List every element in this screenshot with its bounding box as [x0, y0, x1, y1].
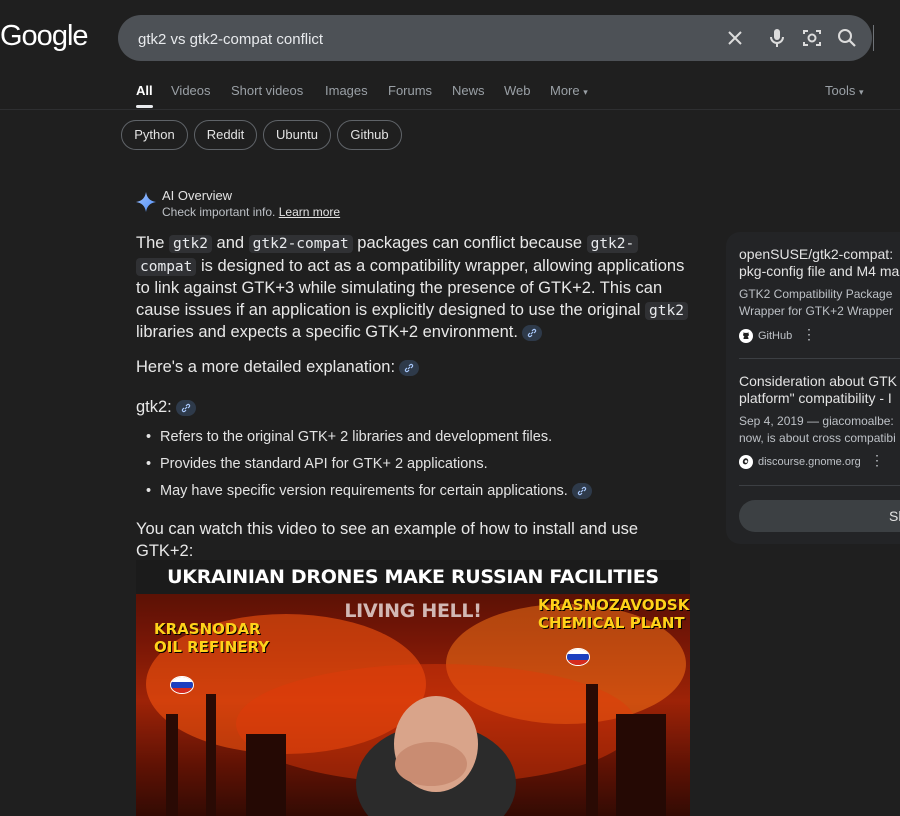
- video-label-right: KRASNOZAVODSK CHEMICAL PLANT: [538, 596, 689, 632]
- list-item: Provides the standard API for GTK+ 2 app…: [146, 456, 488, 472]
- gtk2-heading: gtk2:: [136, 397, 694, 419]
- source-card-title[interactable]: Consideration about GTK platform" compati…: [739, 373, 900, 407]
- show-all-button[interactable]: Sh: [739, 500, 900, 532]
- sources-panel: openSUSE/gtk2-compat: pkg-config file and…: [726, 232, 900, 544]
- more-options-icon[interactable]: ⋮: [870, 452, 884, 469]
- code-gtk2: gtk2: [169, 235, 212, 253]
- github-icon: [739, 329, 753, 343]
- tab-videos[interactable]: Videos: [171, 83, 211, 98]
- explanation-intro: Here's a more detailed explanation:: [136, 357, 694, 379]
- ai-overview-note: Check important info.: [162, 205, 276, 219]
- desc-line: Wrapper for GTK+2 Wrapper: [739, 304, 893, 318]
- list-item: Refers to the original GTK+ 2 libraries …: [146, 429, 552, 445]
- gnome-icon: [739, 455, 753, 469]
- search-input[interactable]: [136, 27, 700, 51]
- source-link-icon[interactable]: [175, 399, 196, 416]
- desc-line: now, is about cross compatibi: [739, 431, 896, 445]
- chevron-down-icon: ▾: [583, 87, 588, 97]
- desc-line: Sep 4, 2019 — giacomoalbe:: [739, 414, 894, 428]
- text-fragment: and: [211, 234, 249, 252]
- source-link-icon[interactable]: [399, 359, 420, 376]
- microphone-icon[interactable]: [765, 26, 789, 50]
- tabs-divider: [0, 109, 900, 110]
- tab-more[interactable]: More ▾: [550, 83, 588, 98]
- tab-news[interactable]: News: [452, 83, 485, 98]
- chip-github[interactable]: Github: [337, 120, 402, 150]
- chip-reddit[interactable]: Reddit: [194, 120, 257, 150]
- search-icon[interactable]: [835, 26, 859, 50]
- tab-images[interactable]: Images: [325, 83, 368, 98]
- tools-button[interactable]: Tools ▾: [825, 83, 864, 98]
- chevron-down-icon: ▾: [858, 87, 864, 97]
- list-item-text: May have specific version requirements f…: [160, 483, 568, 499]
- ai-overview-subtitle: Check important info. Learn more: [162, 205, 340, 219]
- source-name[interactable]: GitHub: [758, 330, 792, 342]
- text-fragment: packages can conflict because: [352, 234, 587, 252]
- more-options-icon[interactable]: ⋮: [802, 326, 816, 343]
- list-item: May have specific version requirements f…: [146, 483, 592, 500]
- explanation-intro-text: Here's a more detailed explanation:: [136, 358, 396, 376]
- title-line: pkg-config file and M4 ma: [739, 263, 900, 279]
- label-right-line1: KRASNOZAVODSK: [538, 596, 690, 614]
- search-tabs: All Videos Short videos Images Forums Ne…: [0, 83, 900, 109]
- code-gtk2: gtk2: [645, 301, 688, 320]
- source-link-icon[interactable]: [521, 324, 542, 341]
- source-card-desc: GTK2 Compatibility Package Wrapper for GT…: [739, 286, 893, 320]
- lens-camera-icon[interactable]: [800, 26, 824, 50]
- source-link-icon[interactable]: [571, 483, 592, 500]
- title-line: openSUSE/gtk2-compat:: [739, 246, 894, 262]
- russian-flag-icon: [566, 648, 590, 666]
- code-gtk2-compat: gtk2-compat: [248, 235, 353, 253]
- code-gtk2-compat-part1: gtk2-: [586, 235, 639, 253]
- tab-more-label: More: [550, 83, 580, 98]
- show-all-label: Sh: [889, 508, 900, 524]
- card-divider: [739, 358, 900, 359]
- label-right-line2: CHEMICAL PLANT: [538, 614, 685, 632]
- label-left-line2: OIL REFINERY: [154, 638, 270, 656]
- source-name[interactable]: discourse.gnome.org: [758, 456, 861, 468]
- tab-all[interactable]: All: [136, 83, 153, 108]
- learn-more-link[interactable]: Learn more: [279, 205, 340, 219]
- tools-label: Tools: [825, 83, 856, 98]
- tab-web[interactable]: Web: [504, 83, 531, 98]
- title-line: platform" compatibility - I: [739, 390, 892, 406]
- search-divider: [873, 25, 874, 51]
- tab-forums[interactable]: Forums: [388, 83, 432, 98]
- sparkle-icon: [136, 192, 156, 212]
- video-thumbnail[interactable]: UKRAINIAN DRONES MAKE RUSSIAN FACILITIES…: [136, 560, 690, 816]
- video-label-left: KRASNODAR OIL REFINERY: [154, 620, 269, 656]
- search-bar: [118, 15, 874, 61]
- chip-ubuntu[interactable]: Ubuntu: [263, 120, 331, 150]
- desc-line: GTK2 Compatibility Package: [739, 287, 893, 301]
- clear-icon[interactable]: [723, 26, 747, 50]
- google-logo[interactable]: Google: [0, 20, 89, 53]
- text-fragment: is designed to act as a compatibility wr…: [136, 256, 685, 319]
- ai-summary-paragraph: The gtk2 and gtk2-compat packages can co…: [136, 233, 694, 344]
- source-card-title[interactable]: openSUSE/gtk2-compat: pkg-config file and…: [739, 246, 900, 280]
- text-fragment: libraries and expects a specific GTK+2 e…: [136, 323, 518, 341]
- tab-short-videos[interactable]: Short videos: [231, 83, 303, 98]
- russian-flag-icon: [170, 676, 194, 694]
- card-divider: [739, 485, 900, 486]
- source-card-desc: Sep 4, 2019 — giacomoalbe: now, is about …: [739, 413, 896, 447]
- text-fragment: The: [136, 234, 170, 252]
- title-line: Consideration about GTK: [739, 373, 897, 389]
- ai-overview-title: AI Overview: [162, 188, 233, 203]
- chip-python[interactable]: Python: [121, 120, 188, 150]
- label-left-line1: KRASNODAR: [154, 620, 261, 638]
- video-intro: You can watch this video to see an examp…: [136, 520, 639, 560]
- video-headline: UKRAINIAN DRONES MAKE RUSSIAN FACILITIES…: [136, 560, 690, 622]
- gtk2-heading-text: gtk2:: [136, 398, 172, 416]
- code-gtk2-compat-part2: compat: [136, 257, 197, 276]
